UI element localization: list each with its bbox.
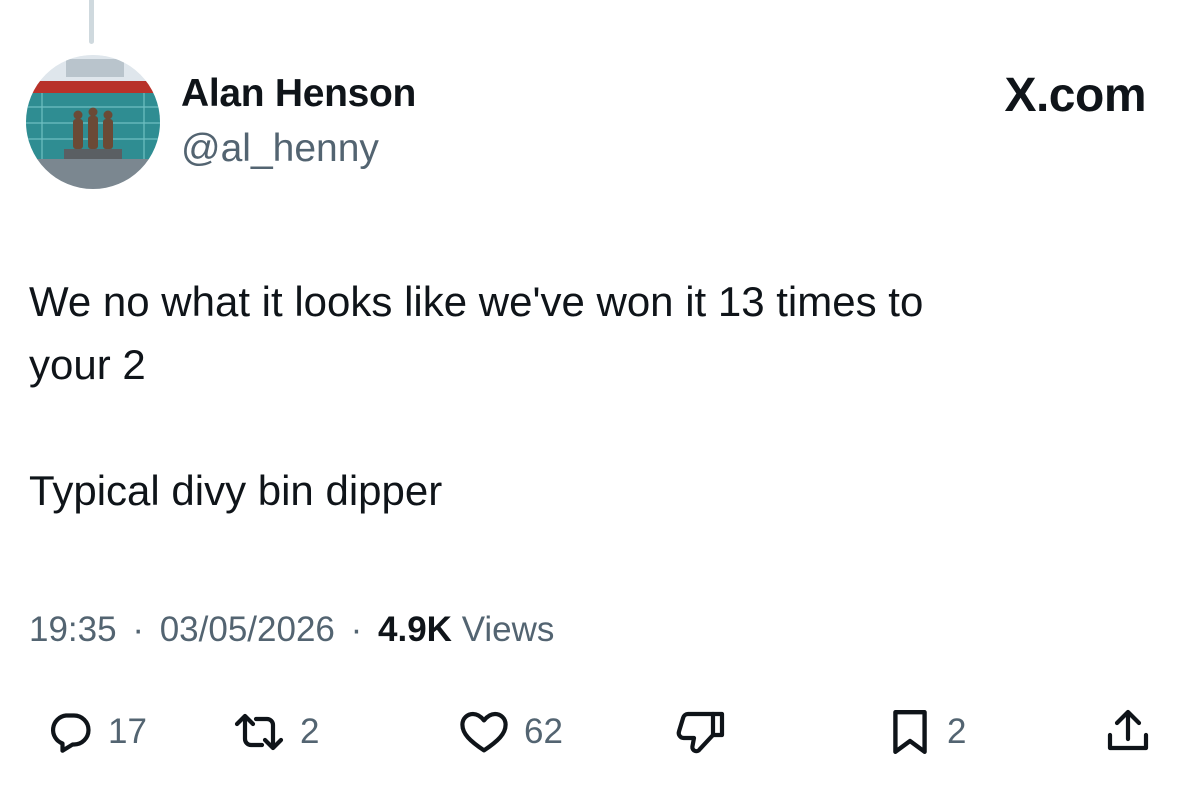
tweet-card: Alan Henson @al_henny X.com We no what i… bbox=[0, 0, 1200, 800]
reply-button[interactable]: 17 bbox=[46, 700, 147, 764]
like-count: 62 bbox=[524, 712, 563, 751]
avatar[interactable] bbox=[26, 55, 160, 189]
tweet-text: We no what it looks like we've won it 13… bbox=[29, 270, 1149, 522]
reply-count: 17 bbox=[108, 712, 147, 751]
dislike-button[interactable] bbox=[673, 700, 729, 764]
tweet-date[interactable]: 03/05/2026 bbox=[160, 610, 335, 649]
views-count[interactable]: 4.9K bbox=[378, 610, 452, 649]
views-label: Views bbox=[461, 610, 555, 649]
bookmark-button[interactable]: 2 bbox=[887, 700, 966, 764]
meta-separator: · bbox=[132, 610, 144, 649]
brand-logo: X.com bbox=[1004, 69, 1146, 122]
tweet-meta: 19:35 · 03/05/2026 · 4.9K Views bbox=[29, 610, 554, 650]
share-icon bbox=[1104, 707, 1152, 757]
tweet-line: your 2 bbox=[29, 341, 146, 388]
repost-icon bbox=[232, 708, 286, 756]
bookmark-count: 2 bbox=[947, 712, 967, 751]
meta-separator: · bbox=[350, 610, 363, 649]
repost-count: 2 bbox=[300, 712, 320, 751]
author-display-name[interactable]: Alan Henson bbox=[181, 72, 416, 116]
tweet-line: We no what it looks like we've won it 13… bbox=[29, 278, 924, 325]
bookmark-icon bbox=[887, 707, 933, 757]
reply-icon bbox=[46, 708, 94, 756]
share-button[interactable] bbox=[1104, 700, 1152, 764]
tweet-time[interactable]: 19:35 bbox=[29, 610, 117, 649]
author-handle[interactable]: @al_henny bbox=[181, 127, 379, 171]
heart-icon bbox=[458, 708, 510, 756]
tweet-line: Typical divy bin dipper bbox=[29, 467, 443, 514]
action-bar: 17 2 62 2 bbox=[0, 700, 1200, 764]
thumbs-down-icon bbox=[673, 707, 729, 757]
thread-connector-line bbox=[89, 0, 94, 44]
repost-button[interactable]: 2 bbox=[232, 700, 319, 764]
like-button[interactable]: 62 bbox=[458, 700, 563, 764]
